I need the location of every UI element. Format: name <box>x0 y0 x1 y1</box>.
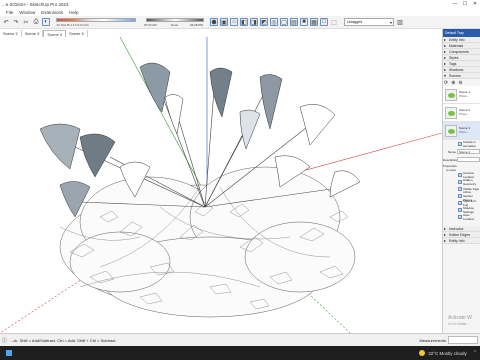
shadow-months: J F M A M J J A S O N D <box>56 22 89 27</box>
menu-file[interactable]: File <box>6 10 13 15</box>
tag-icon[interactable]: ⬚ <box>330 18 338 26</box>
shadow-date-scale <box>56 17 136 22</box>
tray-title: Default Tray <box>443 29 480 37</box>
scene-name-input[interactable]: Scene 4 <box>457 149 480 154</box>
iso-view-icon[interactable]: ⬢ <box>210 18 218 26</box>
close-button[interactable]: ✕ <box>470 0 480 9</box>
include-animation-checkbox[interactable]: ✓ Include in animation <box>443 140 480 148</box>
scene-list-item[interactable]: Scene 2 Photo... <box>443 104 480 122</box>
undo-icon[interactable]: ↶ <box>2 18 10 26</box>
scene-description-field: Description <box>443 156 480 163</box>
back-view-icon[interactable]: ◨ <box>250 18 258 26</box>
xray-icon[interactable]: ◎ <box>270 18 278 26</box>
monochrome-icon[interactable]: □ <box>320 18 328 26</box>
info-icon[interactable]: ⓘ <box>2 337 7 344</box>
tab-scene-4[interactable]: Scene 4 <box>43 30 67 37</box>
tag-dropdown[interactable]: Untagged <box>344 18 394 26</box>
panel-entity-info-bottom[interactable]: Entity Info <box>443 238 480 244</box>
scene-list-item[interactable]: Scene 3 Photo... <box>443 122 480 140</box>
top-view-icon[interactable]: ▣ <box>220 18 228 26</box>
cut-icon[interactable]: ✂ <box>22 18 30 26</box>
windows-start-icon[interactable] <box>6 350 12 356</box>
sketchup-window: ...e-20161H - SketchUp Pro 2023 — ☐ ✕ Fi… <box>0 0 480 360</box>
wireframe-icon[interactable]: ▢ <box>280 18 288 26</box>
scene-description-input[interactable] <box>457 157 480 162</box>
tag-color-icon[interactable]: ▥ <box>396 18 404 26</box>
shadow-date-slider[interactable]: J F M A M J J A S O N D <box>54 17 142 28</box>
hidden-geometry-checkbox[interactable]: ✓ Hidden Geometry <box>443 178 480 186</box>
checkbox-box: ✓ <box>458 141 462 146</box>
default-tray: Default Tray Entity Info Materials Compo… <box>442 29 480 333</box>
model-viewport[interactable] <box>0 37 442 333</box>
scene-thumbnail <box>445 88 457 101</box>
weather-text: Mostly cloudy <box>439 350 467 356</box>
scene-tabs: Scene 2 Scene 3 Scene 4 Scene 5 <box>0 29 442 37</box>
minimize-button[interactable]: — <box>450 0 460 9</box>
title-bar: ...e-20161H - SketchUp Pro 2023 — ☐ ✕ <box>0 0 480 9</box>
left-view-icon[interactable]: ◩ <box>260 18 268 26</box>
scene-desc: Photo... <box>459 93 470 98</box>
tab-scene-2[interactable]: Scene 2 <box>0 30 22 37</box>
shadow-time-slider[interactable]: 07:32 AM Noon 04:28 PM <box>144 17 208 28</box>
tab-scene-5[interactable]: Scene 5 <box>66 30 88 37</box>
measurements-input[interactable] <box>448 336 478 344</box>
menu-window[interactable]: Window <box>19 10 35 15</box>
weather-icon <box>419 350 426 356</box>
window-controls: — ☐ ✕ <box>450 0 480 9</box>
maximize-button[interactable]: ☐ <box>460 0 470 9</box>
shaded-icon[interactable]: ■ <box>300 18 308 26</box>
menu-extensions[interactable]: Extensions <box>41 10 63 15</box>
scenes-toolbar: ⟳ ⊕ ⊖ <box>443 79 480 86</box>
shadow-time-start: 07:32 AM <box>144 22 157 27</box>
menu-bar: File Window Extensions Help <box>0 9 480 16</box>
scene-desc: Photo... <box>459 111 470 116</box>
scene-desc: Photo... <box>459 129 470 134</box>
scene-list-item[interactable]: Scene 1 Photo... <box>443 86 480 104</box>
scene-name-field: Name Scene 4 <box>443 148 480 155</box>
scene-thumbnail <box>445 106 457 119</box>
shadow-toggle-icon[interactable]: ◐ <box>42 18 50 26</box>
measurements-box: Measurements <box>420 336 478 344</box>
menu-help[interactable]: Help <box>69 10 78 15</box>
shadow-time-end: 04:28 PM <box>190 22 203 27</box>
hidden-line-icon[interactable]: ▤ <box>290 18 298 26</box>
activation-watermark: Activate W Go to Settin... <box>448 315 472 326</box>
axes-location-checkbox[interactable]: ✓ Axes Location <box>443 213 480 221</box>
remove-scene-icon[interactable]: ⊖ <box>458 80 462 86</box>
refresh-icon[interactable]: ⟳ <box>444 80 448 86</box>
add-scene-icon[interactable]: ⊕ <box>451 80 455 86</box>
weather-temp: 32°C <box>428 350 439 356</box>
print-icon[interactable]: ⎙ <box>32 18 40 26</box>
plant-model-drawing <box>0 37 442 333</box>
shadow-time-noon: Noon <box>171 22 179 27</box>
status-bar: ⓘ ...ck. Shift = Add/Subtract. Ctrl = Ad… <box>0 333 480 346</box>
foliage-mass <box>59 166 356 318</box>
right-view-icon[interactable]: ◧ <box>240 18 248 26</box>
tab-scene-3[interactable]: Scene 3 <box>22 30 44 37</box>
redo-icon[interactable]: ↷ <box>12 18 20 26</box>
window-title: ...e-20161H - SketchUp Pro 2023 <box>2 2 69 7</box>
tray-overflow-icon[interactable]: ⌃ <box>473 350 477 356</box>
weather-widget[interactable]: 32°C Mostly cloudy <box>419 350 467 356</box>
front-view-icon[interactable]: ⌂ <box>230 18 238 26</box>
taskbar: 32°C Mostly cloudy ⌃ <box>0 346 480 360</box>
toolbar: ↶ ↷ ✂ ⎙ ◐ J F M A M J J A S O N D 07:32 … <box>0 16 480 29</box>
panel-scenes[interactable]: Scenes <box>443 73 480 79</box>
shadow-time-scale <box>146 17 204 22</box>
status-text: ...ck. Shift = Add/Subtract. Ctrl = Add.… <box>10 337 117 343</box>
textured-icon[interactable]: ▦ <box>310 18 318 26</box>
scene-thumbnail <box>445 124 457 137</box>
